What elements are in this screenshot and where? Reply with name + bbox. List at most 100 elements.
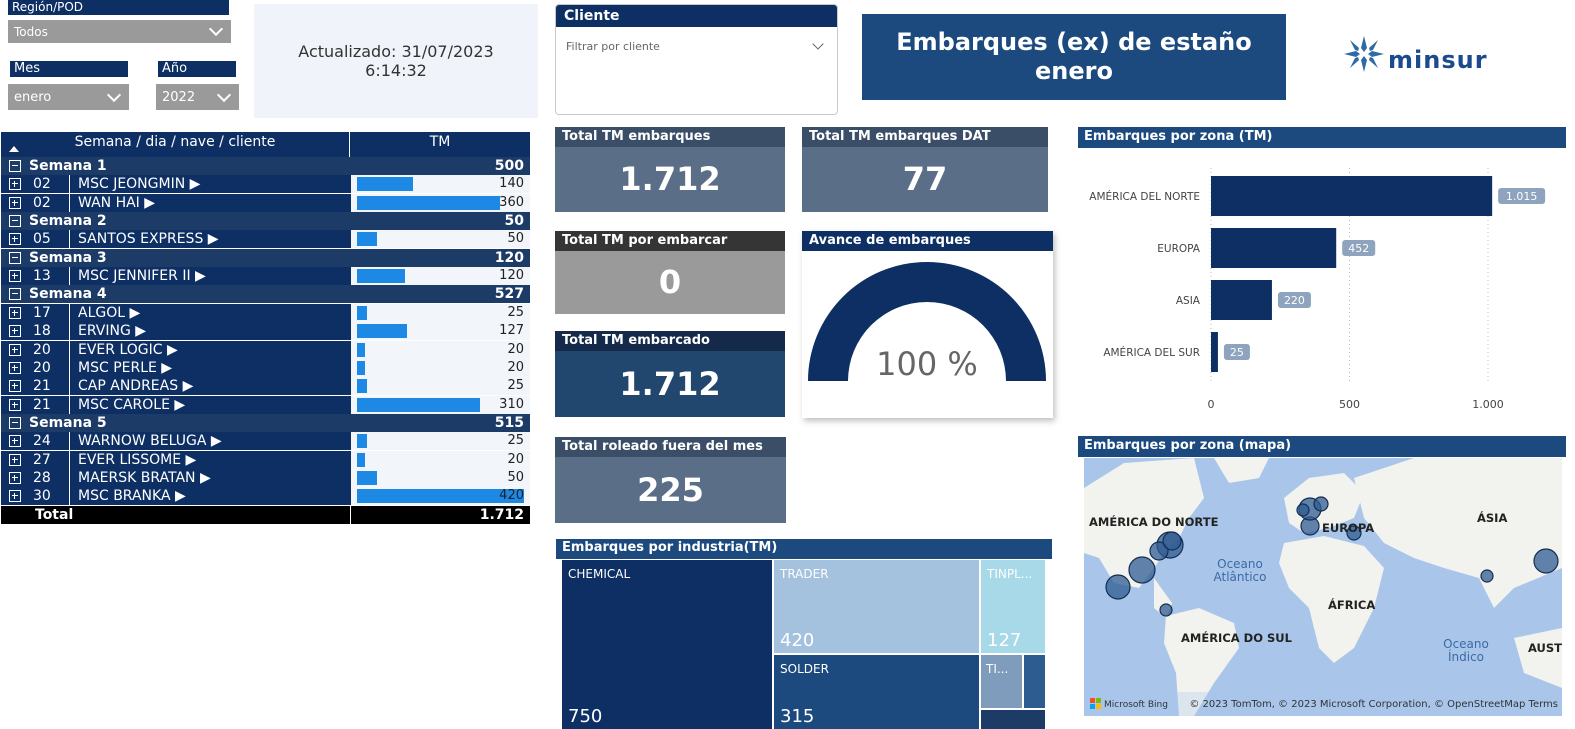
row-value: 50 xyxy=(507,469,524,485)
table-row[interactable]: 20 EVER LOGIC ▶ 20 xyxy=(1,340,530,359)
data-bar xyxy=(357,269,405,284)
table-group-row[interactable]: Semana 4 527 xyxy=(1,285,530,304)
row-divider xyxy=(69,487,70,506)
updated-time: 6:14:32 xyxy=(365,61,427,80)
expand-icon[interactable] xyxy=(9,196,21,209)
expand-icon[interactable] xyxy=(9,361,21,374)
table-group-row[interactable]: Semana 5 515 xyxy=(1,413,530,432)
map-bubble[interactable] xyxy=(1533,548,1559,574)
category-label: EUROPA xyxy=(1157,243,1201,255)
table-row[interactable]: 05 SANTOS EXPRESS ▶ 50 xyxy=(1,230,530,249)
table-row[interactable]: 20 MSC PERLE ▶ 20 xyxy=(1,358,530,377)
data-bar xyxy=(357,305,367,320)
row-value-cell: 360 xyxy=(351,193,530,212)
card-title: Total TM embarques xyxy=(555,127,785,147)
expand-icon[interactable] xyxy=(9,343,21,356)
row-divider xyxy=(69,322,70,341)
table-row[interactable]: 17 ALGOL ▶ 25 xyxy=(1,303,530,322)
table-group-row[interactable]: Semana 1 500 xyxy=(1,157,530,175)
treemap-tile-solder[interactable]: SOLDER 315 xyxy=(774,655,979,729)
row-ship: ALGOL ▶ xyxy=(78,304,141,321)
row-ship: MSC JENNIFER II ▶ xyxy=(78,268,206,285)
map-label-australia: AUST xyxy=(1528,641,1562,655)
treemap-tile-ti[interactable]: TI... xyxy=(981,655,1022,708)
expand-icon[interactable] xyxy=(9,453,21,466)
map-attribution[interactable]: © 2023 TomTom, © 2023 Microsoft Corporat… xyxy=(1189,699,1558,710)
x-tick-label: 500 xyxy=(1339,398,1360,411)
map-label-north-america: AMÉRICA DO NORTE xyxy=(1089,514,1219,529)
collapse-icon[interactable] xyxy=(9,215,21,228)
row-value: 20 xyxy=(507,451,524,467)
treemap-tile-trader[interactable]: TRADER 420 xyxy=(774,560,979,653)
group-label: Semana 1 xyxy=(29,158,107,174)
expand-icon[interactable] xyxy=(9,490,21,503)
treemap-tile-other[interactable] xyxy=(1024,655,1045,708)
table-row[interactable]: 27 EVER LISSOME ▶ 20 xyxy=(1,450,530,469)
bar[interactable] xyxy=(1211,228,1337,268)
tile-value: 420 xyxy=(780,630,815,651)
map-bubble[interactable] xyxy=(1162,531,1182,551)
map-bubble[interactable] xyxy=(1128,556,1156,584)
bar[interactable] xyxy=(1211,332,1218,372)
treemap-tile-chemical[interactable]: CHEMICAL 750 xyxy=(562,560,772,729)
expand-icon[interactable] xyxy=(9,178,21,191)
collapse-icon[interactable] xyxy=(9,251,21,264)
row-ship: MSC JEONGMIN ▶ xyxy=(78,176,201,193)
expand-icon[interactable] xyxy=(9,471,21,484)
title-line-1: Embarques (ex) de estaño xyxy=(896,28,1252,56)
table-row[interactable]: 02 MSC JEONGMIN ▶ 140 xyxy=(1,175,530,194)
table-row[interactable]: 30 MSC BRANKA ▶ 420 xyxy=(1,487,530,506)
expand-icon[interactable] xyxy=(9,435,21,448)
row-value-cell: 127 xyxy=(351,322,530,341)
tile-label: TI... xyxy=(986,662,1009,676)
region-dropdown[interactable]: Todos xyxy=(8,20,231,43)
row-value: 20 xyxy=(507,341,524,357)
col-header-left[interactable]: Semana / dia / nave / cliente xyxy=(1,132,350,157)
row-ship: SANTOS EXPRESS ▶ xyxy=(78,231,219,248)
table-row[interactable]: 28 MAERSK BRATAN ▶ 50 xyxy=(1,468,530,487)
title-line-2: enero xyxy=(1035,57,1113,85)
row-ship: CAP ANDREAS ▶ xyxy=(78,378,194,395)
table-group-row[interactable]: Semana 2 50 xyxy=(1,212,530,231)
cliente-filter-input[interactable]: Filtrar por cliente xyxy=(566,35,828,57)
expand-icon[interactable] xyxy=(9,270,21,283)
sort-asc-icon[interactable] xyxy=(9,146,19,152)
anio-dropdown[interactable]: 2022 xyxy=(156,84,239,110)
row-value-cell: 120 xyxy=(351,267,530,286)
collapse-icon[interactable] xyxy=(9,160,21,172)
bar[interactable] xyxy=(1211,176,1493,216)
row-day: 17 xyxy=(33,304,51,321)
expand-icon[interactable] xyxy=(9,306,21,319)
col-header-right[interactable]: TM xyxy=(350,132,530,157)
map-canvas[interactable]: AMÉRICA DO NORTE EUROPA ÁSIA ÁFRICA AMÉR… xyxy=(1084,458,1562,716)
expand-icon[interactable] xyxy=(9,233,21,246)
row-divider xyxy=(69,175,70,194)
data-bar xyxy=(357,360,365,375)
row-value-cell: 20 xyxy=(351,340,530,359)
expand-icon[interactable] xyxy=(9,398,21,411)
table-row[interactable]: 24 WARNOW BELUGA ▶ 25 xyxy=(1,432,530,451)
treemap-tile-other-2[interactable] xyxy=(981,710,1045,729)
collapse-icon[interactable] xyxy=(9,288,21,301)
expand-icon[interactable] xyxy=(9,325,21,338)
row-value: 140 xyxy=(499,176,524,192)
card-por-embarcar: Total TM por embarcar 0 xyxy=(555,231,785,314)
collapse-icon[interactable] xyxy=(9,416,21,429)
map-bubble[interactable] xyxy=(1480,569,1494,583)
treemap-tile-tinplate[interactable]: TINPL... 127 xyxy=(981,560,1045,653)
table-group-row[interactable]: Semana 3 120 xyxy=(1,248,530,267)
mes-dropdown[interactable]: enero xyxy=(8,84,129,110)
table-row[interactable]: 13 MSC JENNIFER II ▶ 120 xyxy=(1,267,530,286)
map-bubble[interactable] xyxy=(1313,496,1329,512)
table-row[interactable]: 02 WAN HAI ▶ 360 xyxy=(1,193,530,212)
bar[interactable] xyxy=(1211,280,1272,320)
map-bubble[interactable] xyxy=(1296,503,1310,517)
row-value: 120 xyxy=(499,268,524,284)
row-divider xyxy=(69,450,70,469)
table-row[interactable]: 21 MSC CAROLE ▶ 310 xyxy=(1,395,530,414)
table-row[interactable]: 21 CAP ANDREAS ▶ 25 xyxy=(1,377,530,396)
table-row[interactable]: 18 ERVING ▶ 127 xyxy=(1,322,530,341)
expand-icon[interactable] xyxy=(9,380,21,393)
map-bubble[interactable] xyxy=(1159,603,1173,617)
map-bubble[interactable] xyxy=(1105,574,1131,600)
